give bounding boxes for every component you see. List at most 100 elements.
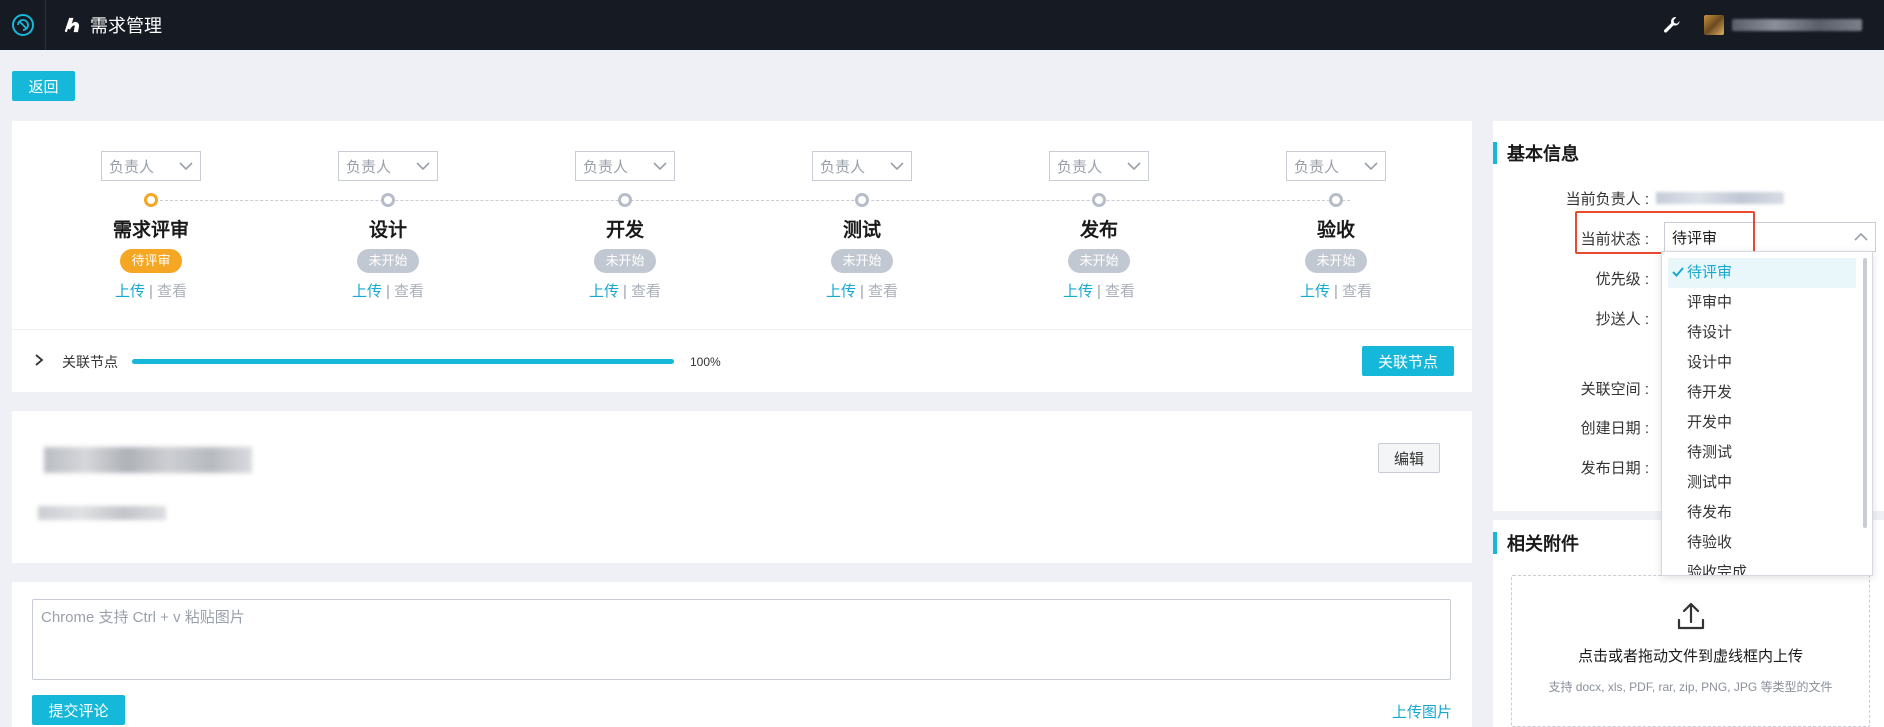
check-icon bbox=[1672, 258, 1684, 288]
basic-info-title: 基本信息 bbox=[1493, 140, 1579, 166]
dropdown-option[interactable]: 待测试 bbox=[1662, 438, 1872, 468]
stage-name: 发布 bbox=[1079, 220, 1118, 241]
link-separator: | bbox=[149, 283, 153, 300]
upload-link[interactable]: 上传 bbox=[352, 283, 382, 300]
dropdown-option[interactable]: 评审中 bbox=[1662, 288, 1872, 318]
link-nodes-label: 关联节点 bbox=[62, 354, 118, 370]
owner-select-placeholder: 负责人 bbox=[109, 158, 155, 176]
upload-link[interactable]: 上传 bbox=[826, 283, 856, 300]
dropdown-option[interactable]: 待发布 bbox=[1662, 498, 1872, 528]
upload-link[interactable]: 上传 bbox=[1300, 283, 1330, 300]
back-button[interactable]: 返回 bbox=[12, 71, 75, 101]
top-bar: 需求管理 bbox=[0, 0, 1884, 50]
stage-design: 负责人 设计 未开始 上传 | 查看 bbox=[288, 121, 488, 301]
chevron-down-icon bbox=[1127, 162, 1141, 170]
upload-icon bbox=[1675, 600, 1707, 632]
upload-image-link[interactable]: 上传图片 bbox=[1392, 701, 1452, 722]
dropdown-option[interactable]: 验收完成 bbox=[1662, 558, 1872, 575]
stages-panel: 负责人 需求评审 待评审 上传 | 查看 负责人 设计 未开始 上传 | 查看 负责人 … bbox=[12, 121, 1472, 329]
status-badge: 未开始 bbox=[1068, 249, 1130, 273]
file-drop-zone[interactable]: 点击或者拖动文件到虚线框内上传 支持 docx, xls, PDF, rar, … bbox=[1511, 575, 1870, 727]
created-date-label: 创建日期 : bbox=[1580, 420, 1649, 437]
view-link[interactable]: 查看 bbox=[1105, 283, 1135, 300]
chevron-up-icon bbox=[1854, 233, 1868, 241]
owner-select[interactable]: 负责人 bbox=[338, 151, 438, 181]
progress-text: 100% bbox=[690, 355, 721, 369]
link-nodes-button[interactable]: 关联节点 bbox=[1362, 346, 1454, 376]
status-badge: 未开始 bbox=[357, 249, 419, 273]
drop-zone-hint: 支持 docx, xls, PDF, rar, zip, PNG, JPG 等类… bbox=[1548, 680, 1833, 694]
owner-select-placeholder: 负责人 bbox=[583, 158, 629, 176]
dropdown-option[interactable]: 待评审 bbox=[1668, 258, 1856, 288]
dropdown-option[interactable]: 开发中 bbox=[1662, 408, 1872, 438]
owner-select[interactable]: 负责人 bbox=[575, 151, 675, 181]
current-owner-row: 当前负责人 : bbox=[1493, 183, 1884, 213]
owner-select-placeholder: 负责人 bbox=[820, 158, 866, 176]
upload-link[interactable]: 上传 bbox=[589, 283, 619, 300]
stage-dot bbox=[144, 193, 158, 207]
view-link[interactable]: 查看 bbox=[157, 283, 187, 300]
view-link[interactable]: 查看 bbox=[868, 283, 898, 300]
upload-link[interactable]: 上传 bbox=[1063, 283, 1093, 300]
stage-name: 测试 bbox=[842, 220, 881, 241]
status-select[interactable]: 待评审 bbox=[1664, 222, 1876, 252]
link-separator: | bbox=[623, 283, 627, 300]
status-badge: 未开始 bbox=[594, 249, 656, 273]
owner-select[interactable]: 负责人 bbox=[1286, 151, 1386, 181]
comment-panel: Chrome 支持 Ctrl + v 粘贴图片 提交评论 上传图片 bbox=[12, 582, 1472, 727]
status-select-value: 待评审 bbox=[1672, 229, 1718, 247]
stage-develop: 负责人 开发 未开始 上传 | 查看 bbox=[525, 121, 725, 301]
dropdown-option[interactable]: 设计中 bbox=[1662, 348, 1872, 378]
attachments-title-text: 相关附件 bbox=[1507, 534, 1579, 554]
stage-name: 设计 bbox=[368, 220, 407, 241]
dropdown-option[interactable]: 待验收 bbox=[1662, 528, 1872, 558]
requirement-subtitle-blurred bbox=[38, 506, 166, 520]
app-title: 需求管理 bbox=[64, 12, 162, 38]
drop-zone-text: 点击或者拖动文件到虚线框内上传 bbox=[1577, 648, 1803, 665]
app-title-text: 需求管理 bbox=[90, 16, 162, 36]
owner-select-placeholder: 负责人 bbox=[1057, 158, 1103, 176]
link-separator: | bbox=[386, 283, 390, 300]
submit-comment-button[interactable]: 提交评论 bbox=[32, 695, 125, 725]
basic-info-title-text: 基本信息 bbox=[1507, 144, 1579, 164]
view-link[interactable]: 查看 bbox=[1342, 283, 1372, 300]
owner-select[interactable]: 负责人 bbox=[1049, 151, 1149, 181]
comment-input[interactable]: Chrome 支持 Ctrl + v 粘贴图片 bbox=[32, 599, 1451, 680]
release-date-label: 发布日期 : bbox=[1580, 460, 1649, 477]
edit-button[interactable]: 编辑 bbox=[1378, 443, 1440, 473]
user-avatar[interactable] bbox=[1704, 15, 1724, 35]
status-badge: 未开始 bbox=[831, 249, 893, 273]
stage-name: 验收 bbox=[1316, 220, 1355, 241]
owner-select[interactable]: 负责人 bbox=[101, 151, 201, 181]
upload-link[interactable]: 上传 bbox=[115, 283, 145, 300]
view-link[interactable]: 查看 bbox=[394, 283, 424, 300]
attachments-title: 相关附件 bbox=[1493, 530, 1579, 556]
chevron-down-icon bbox=[1364, 162, 1378, 170]
progress-bar bbox=[132, 359, 674, 364]
requirement-title-blurred bbox=[44, 447, 252, 473]
status-badge: 待评审 bbox=[120, 249, 182, 273]
dropdown-option[interactable]: 待开发 bbox=[1662, 378, 1872, 408]
title-brand-icon bbox=[64, 17, 82, 33]
owner-select-placeholder: 负责人 bbox=[346, 158, 392, 176]
link-separator: | bbox=[1097, 283, 1101, 300]
progress-fill bbox=[132, 359, 674, 364]
status-badge: 未开始 bbox=[1305, 249, 1367, 273]
priority-label: 优先级 : bbox=[1595, 271, 1649, 288]
description-panel: 编辑 bbox=[12, 411, 1472, 563]
wrench-icon[interactable] bbox=[1662, 15, 1682, 35]
stage-dot bbox=[855, 193, 869, 207]
dropdown-scrollbar[interactable] bbox=[1863, 258, 1867, 528]
stage-review: 负责人 需求评审 待评审 上传 | 查看 bbox=[51, 121, 251, 301]
view-link[interactable]: 查看 bbox=[631, 283, 661, 300]
status-dropdown[interactable]: 待评审 评审中 待设计 设计中 待开发 开发中 待测试 测试中 待发布 待验收 验收完成 bbox=[1661, 251, 1873, 576]
dropdown-option[interactable]: 待设计 bbox=[1662, 318, 1872, 348]
space-label: 关联空间 : bbox=[1580, 381, 1649, 398]
dropdown-option[interactable]: 测试中 bbox=[1662, 468, 1872, 498]
app-logo-icon[interactable] bbox=[0, 0, 46, 50]
owner-select[interactable]: 负责人 bbox=[812, 151, 912, 181]
chevron-right-icon[interactable] bbox=[34, 354, 44, 366]
stage-name: 需求评审 bbox=[112, 220, 189, 241]
user-name-blurred[interactable] bbox=[1732, 19, 1862, 31]
stage-dot bbox=[1329, 193, 1343, 207]
